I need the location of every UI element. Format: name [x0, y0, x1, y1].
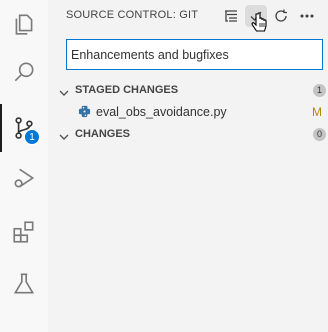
chevron-down-icon	[58, 128, 70, 140]
refresh-button[interactable]	[270, 5, 292, 27]
hand-cursor-icon	[251, 12, 267, 32]
testing-button[interactable]	[0, 260, 48, 308]
python-file-icon	[78, 105, 91, 118]
panel-header: SOURCE CONTROL: GIT	[48, 0, 328, 32]
vscode-window: 1 SOURCE CONTROL: GIT Enhancements and b…	[0, 0, 328, 332]
run-debug-icon	[14, 168, 35, 188]
refresh-icon	[275, 9, 287, 22]
file-status: M	[312, 105, 322, 119]
staged-count-badge: 1	[313, 84, 326, 97]
run-debug-button[interactable]	[0, 154, 48, 202]
staged-changes-header[interactable]: STAGED CHANGES 1	[48, 79, 328, 101]
changes-label: CHANGES	[75, 128, 131, 140]
explorer-button[interactable]	[0, 0, 48, 48]
explorer-icon	[15, 14, 33, 35]
more-actions-button[interactable]	[296, 5, 318, 27]
staged-changes-label: STAGED CHANGES	[75, 84, 179, 96]
source-control-button[interactable]: 1	[0, 104, 48, 152]
activity-bar: 1	[0, 0, 48, 332]
changes-header[interactable]: CHANGES 0	[48, 123, 328, 145]
extensions-button[interactable]	[0, 208, 48, 256]
search-button[interactable]	[0, 48, 48, 96]
file-name: eval_obs_avoidance.py	[96, 105, 227, 119]
search-icon	[14, 62, 34, 82]
tree-view-icon	[225, 10, 237, 22]
panel-title: SOURCE CONTROL: GIT	[66, 9, 199, 21]
chevron-down-icon	[58, 84, 70, 96]
extensions-icon	[13, 221, 34, 243]
staged-file-item[interactable]: eval_obs_avoidance.py M	[48, 101, 328, 123]
view-as-tree-button[interactable]	[220, 5, 242, 27]
scm-badge: 1	[24, 129, 40, 145]
more-icon	[300, 14, 314, 18]
commit-message-input[interactable]	[66, 39, 323, 70]
source-control-panel: SOURCE CONTROL: GIT Enhancements and bug…	[48, 0, 328, 332]
testing-icon	[13, 273, 35, 294]
changes-count-badge: 0	[313, 128, 326, 141]
